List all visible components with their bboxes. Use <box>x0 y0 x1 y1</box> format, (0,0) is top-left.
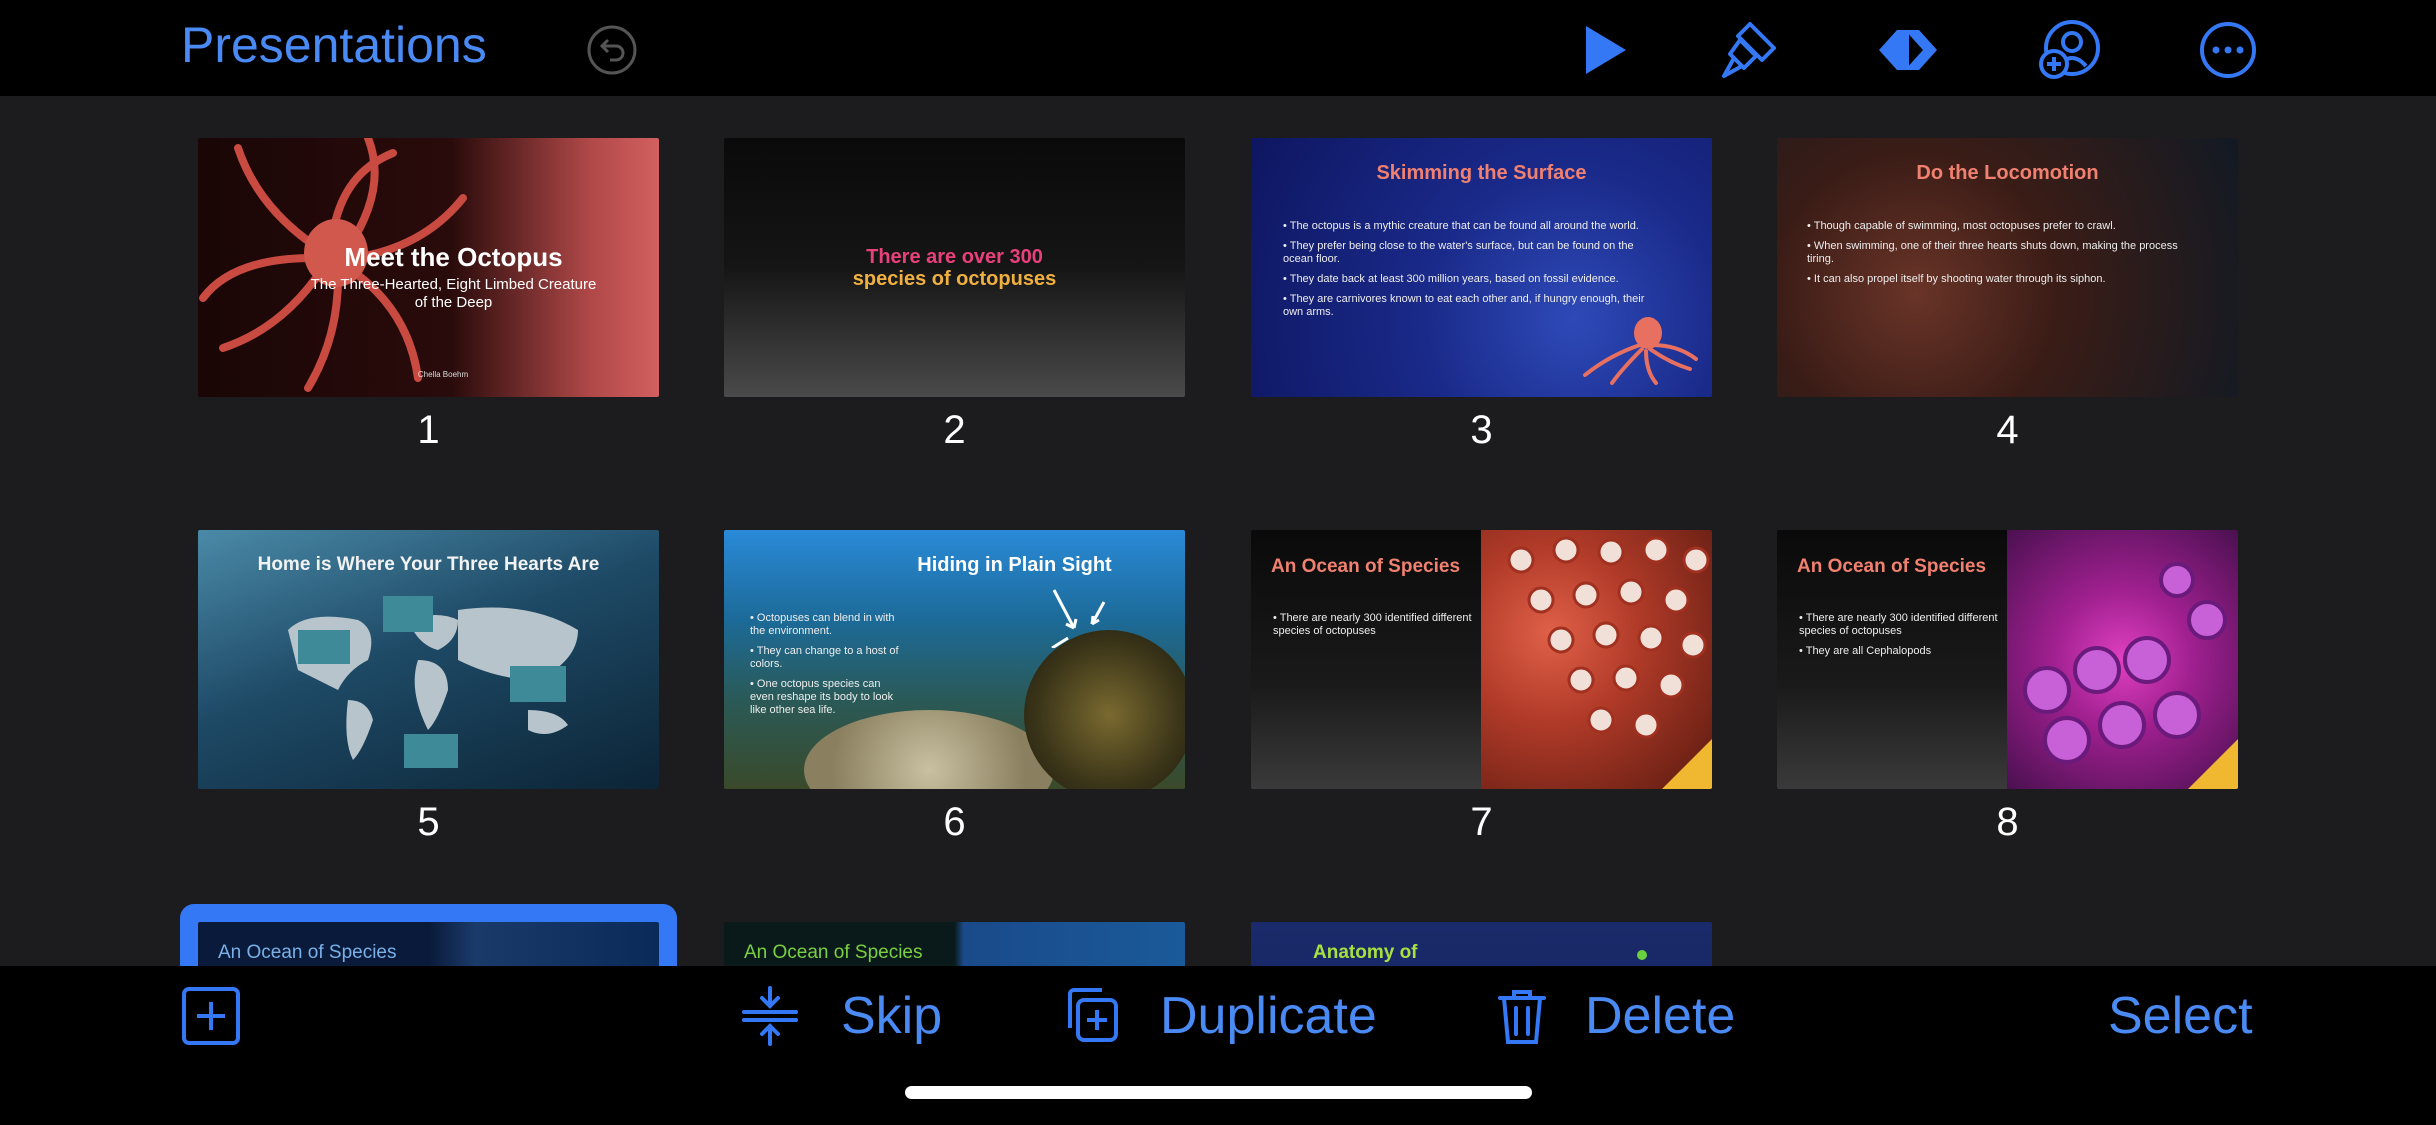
slide-title: An Ocean of Species <box>1271 556 1461 577</box>
slide-thumbnail-2[interactable]: There are over 300 species of octopuses <box>724 138 1185 397</box>
slide-bullets: Octopuses can blend in with the environm… <box>750 612 900 724</box>
slide-thumbnail-10[interactable]: An Ocean of Species <box>724 922 1185 966</box>
slide-title: Home is Where Your Three Hearts Are <box>257 554 600 575</box>
pink-tentacle-image <box>2007 530 2238 789</box>
bottom-toolbar: Skip Duplicate Delete Select <box>0 966 2436 1125</box>
map-callout <box>298 630 350 664</box>
slide-title: Skimming the Surface <box>1376 162 1587 184</box>
slide-text-line-2: species of octopuses <box>852 268 1057 290</box>
slide-number: 5 <box>417 800 440 844</box>
slide-thumbnail-11[interactable]: Anatomy of <box>1251 922 1712 966</box>
slide-thumbnail-4[interactable]: Do the Locomotion Though capable of swim… <box>1777 138 2238 397</box>
skip-button[interactable]: Skip <box>841 984 942 1048</box>
slide-thumbnail-5[interactable]: Home is Where Your Three Hearts Are <box>198 530 659 789</box>
slide-thumbnail-9[interactable]: An Ocean of Species <box>198 922 659 966</box>
slide-navigator-grid: Meet the Octopus The Three-Hearted, Eigh… <box>0 96 2436 966</box>
arrows-icon <box>1051 589 1106 648</box>
slide-title: Meet the Octopus <box>344 242 563 272</box>
slide-title: An Ocean of Species <box>744 942 923 963</box>
slide-title: Anatomy of <box>1313 942 1418 963</box>
slide-author: Chella Boehm <box>417 370 469 379</box>
slide-number: 1 <box>417 408 440 452</box>
octopus-suckers-image <box>1481 530 1712 789</box>
slide-thumbnail-3[interactable]: Skimming the Surface The octopus is a my… <box>1251 138 1712 397</box>
slide-number: 3 <box>1470 408 1493 452</box>
undo-icon[interactable] <box>586 24 638 76</box>
slide-number: 8 <box>1996 800 2019 844</box>
slide-thumbnail-8[interactable]: An Ocean of Species There are nearly 300… <box>1777 530 2238 789</box>
slide-thumbnail-6[interactable]: Hiding in Plain Sight Octopuses can blen… <box>724 530 1185 789</box>
slide-number: 7 <box>1470 800 1493 844</box>
octopus-camouflage-image <box>1024 630 1185 789</box>
corner-fold <box>2188 739 2238 789</box>
trash-icon[interactable] <box>1492 986 1552 1046</box>
slide-thumbnail-1[interactable]: Meet the Octopus The Three-Hearted, Eigh… <box>198 138 659 397</box>
map-callout <box>404 734 458 768</box>
slide-bullets: The octopus is a mythic creature that ca… <box>1283 220 1663 326</box>
more-icon[interactable] <box>2196 18 2260 82</box>
slide-title: An Ocean of Species <box>1797 556 1987 577</box>
paintbrush-icon[interactable] <box>1716 18 1780 82</box>
add-slide-icon[interactable] <box>181 986 241 1046</box>
slide-bullets: There are nearly 300 identified differen… <box>1799 612 1999 665</box>
slide-text-line-1: There are over 300 <box>866 246 1043 268</box>
slide-thumbnail-7[interactable]: An Ocean of Species There are nearly 300… <box>1251 530 1712 789</box>
map-callout <box>510 666 566 702</box>
slide-title: Do the Locomotion <box>1916 162 2099 184</box>
slide-title: Hiding in Plain Sight <box>917 554 1112 576</box>
corner-fold <box>1662 739 1712 789</box>
slide-marker <box>1637 950 1647 960</box>
slide-bullets: There are nearly 300 identified differen… <box>1273 612 1473 645</box>
slide-number: 6 <box>943 800 966 844</box>
delete-button[interactable]: Delete <box>1585 984 1735 1048</box>
duplicate-button[interactable]: Duplicate <box>1160 984 1377 1048</box>
slide-subtitle: The Three-Hearted, Eight Limbed Creature… <box>310 276 597 311</box>
slide-bullets: Though capable of swimming, most octopus… <box>1807 220 2187 293</box>
slide-title: An Ocean of Species <box>218 942 397 963</box>
home-indicator[interactable] <box>905 1086 1532 1099</box>
map-callout <box>383 596 433 632</box>
transition-icon[interactable] <box>1875 18 1939 82</box>
duplicate-icon[interactable] <box>1062 986 1122 1046</box>
slide-number: 4 <box>1996 408 2019 452</box>
play-icon[interactable] <box>1572 18 1636 82</box>
skip-icon[interactable] <box>740 986 800 1046</box>
add-person-icon[interactable] <box>2038 18 2102 82</box>
slide-number: 2 <box>943 408 966 452</box>
select-button[interactable]: Select <box>2108 984 2253 1048</box>
presentations-back-button[interactable]: Presentations <box>181 14 487 76</box>
octopus-illustration <box>1583 317 1698 385</box>
top-toolbar: Presentations <box>0 0 2436 96</box>
